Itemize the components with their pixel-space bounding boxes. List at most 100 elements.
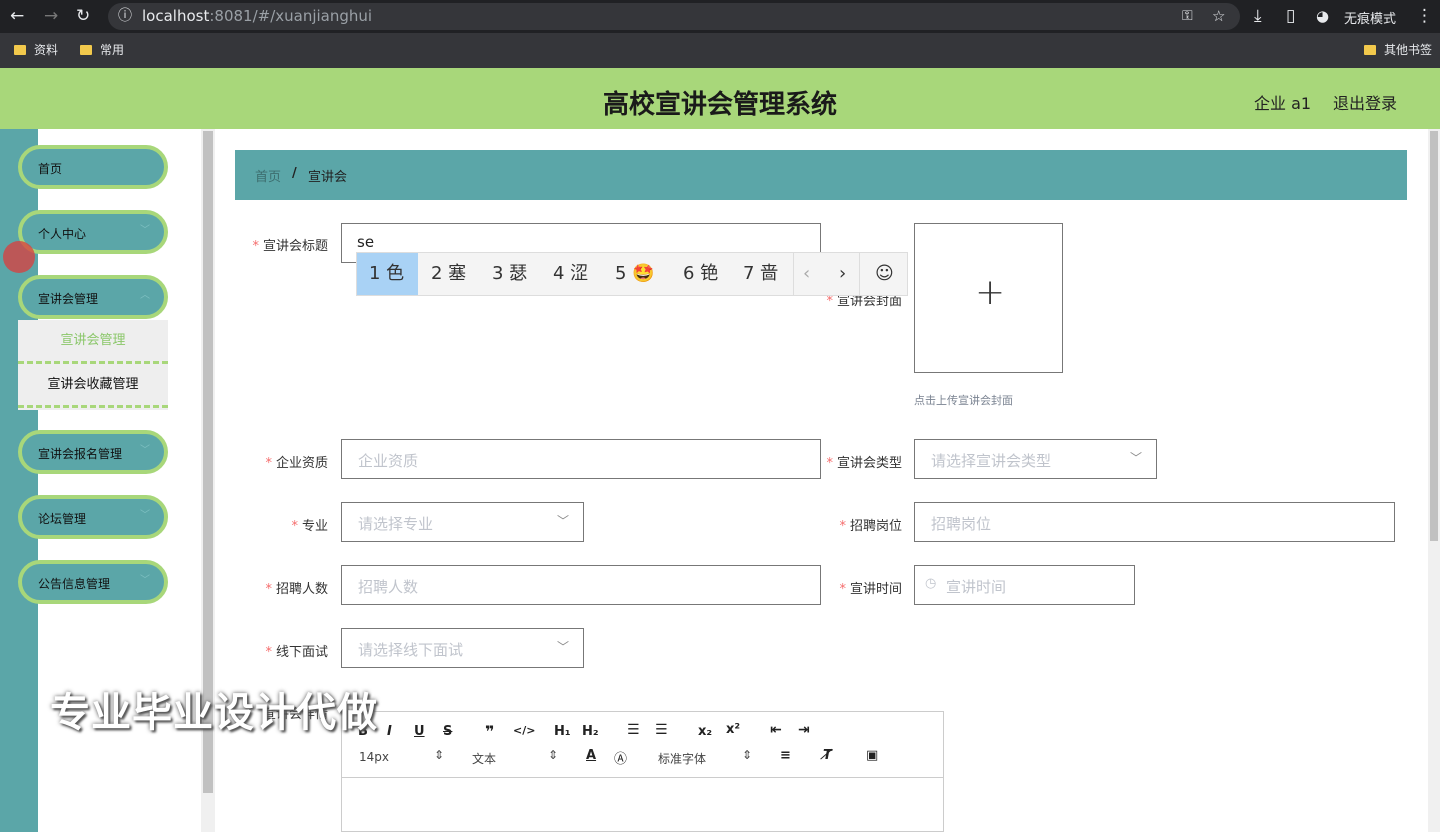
chevron-down-icon: ﹀	[140, 225, 150, 236]
logout-link[interactable]: 退出登录	[1333, 90, 1397, 114]
select-arrows-icon: ⇕	[548, 748, 559, 762]
image-icon[interactable]: ▣	[866, 748, 878, 763]
watermark-text: 专业毕业设计代做	[50, 690, 378, 736]
bookmarks-bar	[0, 33, 1440, 68]
font-size-select[interactable]: 14px	[359, 750, 389, 764]
h2-icon[interactable]: H₂	[582, 724, 599, 739]
ime-candidate[interactable]: 2 塞	[431, 253, 466, 295]
superscript-icon[interactable]: x²	[726, 722, 740, 737]
ime-candidate[interactable]: 4 涩	[553, 253, 588, 295]
bookmark-folder[interactable]: 常用	[80, 41, 124, 58]
select-arrows-icon: ⇕	[742, 748, 753, 762]
ime-candidate[interactable]: 5 🤩	[615, 253, 655, 295]
ordered-list-icon[interactable]: ☰	[627, 722, 640, 738]
emoji-icon[interactable]: ☺	[875, 253, 894, 295]
cursor-highlight	[3, 241, 35, 273]
chevron-up-icon: ︿	[140, 290, 150, 301]
bullet-list-icon[interactable]: ☰	[655, 722, 668, 738]
user-name: 企业 a1	[1254, 94, 1312, 113]
bookmark-folder[interactable]: 资料	[14, 41, 58, 58]
key-icon[interactable]: ⚿	[1182, 6, 1193, 26]
ime-candidate[interactable]: 7 啬	[743, 253, 778, 295]
font-color-icon[interactable]: A	[586, 748, 596, 763]
info-icon[interactable]: ⓘ	[118, 6, 132, 26]
browser-toolbar: ← → ↻ ⓘ localhost:8081/#/xuanjianghui ⚿ …	[0, 0, 1440, 33]
time-picker[interactable]: ◷ 宣讲时间	[914, 565, 1135, 605]
subscript-icon[interactable]: x₂	[698, 724, 712, 739]
h1-icon[interactable]: H₁	[554, 724, 571, 739]
underline-icon[interactable]: U	[414, 724, 425, 739]
chevron-down-icon: ﹀	[140, 575, 150, 586]
star-icon[interactable]: ☆	[1212, 6, 1225, 26]
other-bookmarks[interactable]: 其他书签	[1364, 41, 1432, 58]
type-select[interactable]: 请选择宣讲会类型 ﹀	[914, 439, 1157, 479]
rich-text-editor[interactable]: B I U S ❞ </> H₁ H₂ ☰ ☰ x₂ x² ⇤ ⇥ 14px ⇕…	[341, 711, 944, 832]
sidepanel-icon[interactable]: ▯	[1286, 6, 1295, 26]
cover-upload[interactable]: +	[914, 223, 1063, 373]
submenu-item-seminar[interactable]: 宣讲会管理	[18, 320, 168, 364]
sidebar-item-personal[interactable]: 个人中心 ﹀	[18, 210, 168, 254]
folder-icon	[1364, 45, 1376, 55]
align-icon[interactable]: ≡	[780, 748, 791, 763]
interview-select[interactable]: 请选择线下面试 ﹀	[341, 628, 584, 668]
incognito-label[interactable]: 无痕模式	[1344, 8, 1396, 27]
menu-icon[interactable]: ⋮	[1416, 6, 1433, 26]
page-title: 高校宣讲会管理系统	[602, 90, 837, 120]
indent-icon[interactable]: ⇥	[798, 722, 810, 738]
code-icon[interactable]: </>	[513, 724, 535, 737]
qualification-input[interactable]: 企业资质	[341, 439, 821, 479]
major-select[interactable]: 请选择专业 ﹀	[341, 502, 584, 542]
download-icon[interactable]: ⤓	[1254, 6, 1262, 26]
bg-color-icon[interactable]: Ⓐ	[614, 748, 627, 767]
chevron-down-icon: ﹀	[140, 445, 150, 456]
strike-icon[interactable]: S	[443, 724, 452, 739]
cover-hint: 点击上传宣讲会封面	[914, 394, 1013, 407]
plus-icon: +	[975, 272, 1006, 313]
quote-icon[interactable]: ❞	[485, 722, 494, 741]
breadcrumb-home[interactable]: 首页	[255, 166, 281, 185]
clock-icon: ◷	[925, 576, 937, 591]
ime-prev-icon[interactable]: ‹	[803, 253, 810, 295]
interview-label: * 线下面试	[265, 645, 328, 660]
submenu-item-favorites[interactable]: 宣讲会收藏管理	[18, 364, 168, 408]
reload-icon[interactable]: ↻	[76, 6, 90, 26]
sidebar-item-home[interactable]: 首页	[18, 145, 168, 189]
text-style-select[interactable]: 文本	[472, 750, 496, 767]
submenu: 宣讲会管理 宣讲会收藏管理	[18, 320, 168, 410]
type-label: * 宣讲会类型	[826, 456, 902, 471]
qualification-label: * 企业资质	[265, 456, 328, 471]
italic-icon[interactable]: I	[387, 724, 392, 739]
title-label: * 宣讲会标题	[252, 239, 328, 254]
chevron-down-icon: ﹀	[556, 514, 569, 528]
back-icon[interactable]: ←	[10, 6, 24, 26]
incognito-icon: ◕	[1316, 7, 1330, 25]
clear-format-icon[interactable]: T̸	[823, 748, 832, 763]
time-label: * 宣讲时间	[839, 582, 902, 597]
address-bar[interactable]: ⓘ localhost:8081/#/xuanjianghui ⚿ ☆	[108, 3, 1240, 30]
main-scrollbar[interactable]	[1428, 129, 1440, 832]
ime-candidate[interactable]: 1 色	[357, 253, 418, 295]
breadcrumb: 首页 / 宣讲会	[235, 150, 1407, 200]
sidebar-item-forum[interactable]: 论坛管理 ﹀	[18, 495, 168, 539]
position-input[interactable]: 招聘岗位	[914, 502, 1395, 542]
ime-candidate-popup: 1 色 2 塞 3 瑟 4 涩 5 🤩 6 铯 7 啬 ‹ › ☺	[356, 252, 908, 296]
count-input[interactable]: 招聘人数	[341, 565, 821, 605]
app-header: 高校宣讲会管理系统 企业 a1 退出登录	[0, 68, 1440, 129]
sidebar-item-seminar[interactable]: 宣讲会管理 ︿	[18, 275, 168, 319]
ime-next-icon[interactable]: ›	[839, 253, 846, 295]
font-family-select[interactable]: 标准字体	[658, 750, 706, 767]
breadcrumb-current: 宣讲会	[308, 170, 348, 185]
breadcrumb-separator: /	[292, 166, 297, 181]
url-path: :8081/#/xuanjianghui	[209, 7, 373, 25]
sidebar-item-notice[interactable]: 公告信息管理 ﹀	[18, 560, 168, 604]
ime-candidate[interactable]: 3 瑟	[492, 253, 527, 295]
forward-icon[interactable]: →	[44, 6, 58, 26]
chevron-down-icon: ﹀	[140, 510, 150, 521]
folder-icon	[14, 45, 26, 55]
chevron-down-icon: ﹀	[1129, 451, 1142, 465]
editor-toolbar: B I U S ❞ </> H₁ H₂ ☰ ☰ x₂ x² ⇤ ⇥ 14px ⇕…	[342, 712, 943, 778]
outdent-icon[interactable]: ⇤	[770, 722, 782, 738]
sidebar-item-registration[interactable]: 宣讲会报名管理 ﹀	[18, 430, 168, 474]
folder-icon	[80, 45, 92, 55]
ime-candidate[interactable]: 6 铯	[683, 253, 718, 295]
